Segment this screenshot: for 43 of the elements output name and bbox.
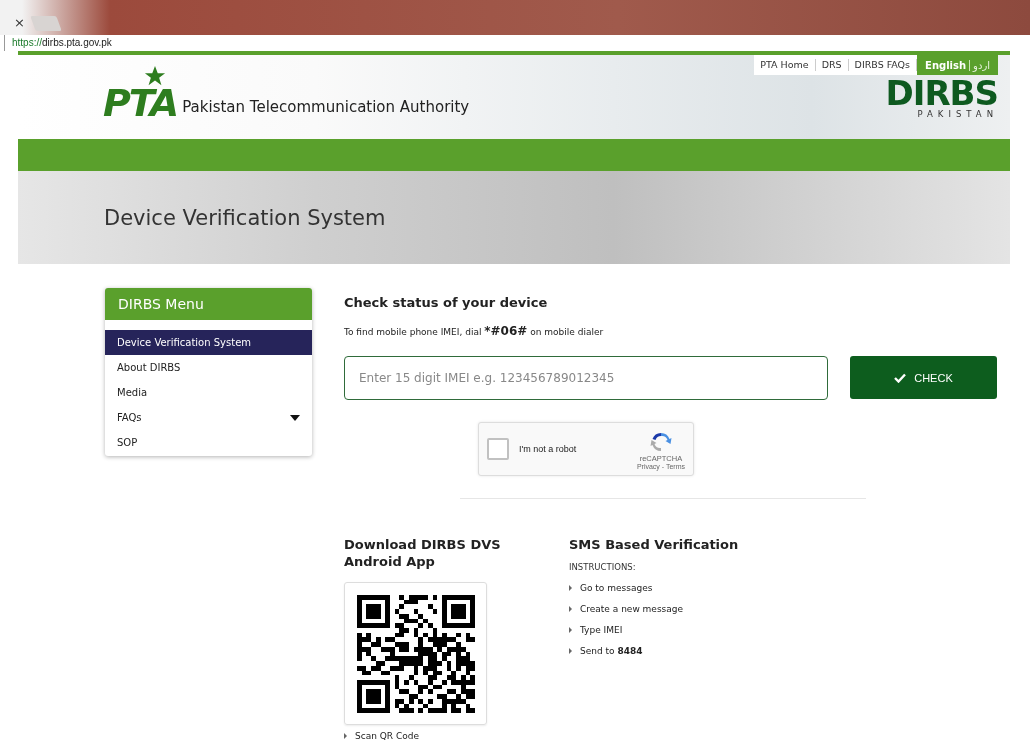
instruction-step: Send to 8484: [580, 646, 643, 656]
logo-subtitle: PAKISTAN: [917, 109, 998, 119]
menu-item[interactable]: About DIRBS: [105, 355, 312, 380]
check-button[interactable]: CHECK: [850, 356, 997, 399]
logo-text: Pakistan Telecommunication Authority: [182, 98, 470, 116]
bullet-icon: [344, 733, 347, 739]
menu-label: About DIRBS: [117, 362, 181, 373]
menu-label: Media: [117, 387, 148, 398]
new-tab-button[interactable]: [30, 16, 62, 31]
nav-link[interactable]: PTA Home: [754, 59, 816, 71]
close-tab-button[interactable]: ×: [14, 11, 25, 35]
hint-text: To find mobile phone IMEI, dial *#06# on mobile dialer: [344, 324, 605, 338]
logo-mark: PTA: [103, 81, 178, 125]
instruction-step: Type IMEI: [580, 625, 623, 635]
bullet-icon: [569, 627, 572, 633]
menu-label: Device Verification System: [117, 337, 252, 348]
section-heading: Check status of your device: [344, 295, 549, 310]
star-icon: [144, 65, 166, 87]
banner-title: Device Verification System: [104, 205, 386, 230]
menu-item[interactable]: SOP: [105, 430, 312, 455]
captcha-checkbox[interactable]: [487, 438, 509, 460]
menu-label: FAQs: [117, 412, 142, 423]
bullet-icon: [569, 648, 572, 654]
menu-label: SOP: [117, 437, 138, 448]
address-bar[interactable]: https://dirbs.pta.gov.pk: [4, 35, 1030, 51]
instruction-step: Go to messages: [580, 583, 653, 593]
dirbs-logo: DIRBS: [885, 77, 998, 109]
bullet-icon: [569, 606, 572, 612]
menu-title: DIRBS Menu: [105, 288, 312, 320]
imei-input-field[interactable]: Enter 15 digit IMEI e.g. 123456789012345: [344, 356, 828, 400]
nav-link[interactable]: DRS: [815, 59, 849, 71]
menu-item[interactable]: FAQs: [105, 405, 312, 430]
checkmark-icon: [894, 372, 907, 383]
captcha-label: I'm not a robot: [519, 444, 577, 454]
instructions-label: INSTRUCTIONS:: [569, 562, 637, 572]
recaptcha-icon: [648, 430, 673, 454]
menu-item[interactable]: Media: [105, 380, 312, 405]
section-heading: SMS Based Verification: [569, 536, 739, 553]
bullet-icon: [569, 585, 572, 591]
section-heading: Download DIRBS DVS Android App: [344, 536, 501, 570]
instruction-step: Create a new message: [580, 604, 684, 614]
menu-item[interactable]: Device Verification System: [105, 330, 312, 355]
caption-text: Scan QR Code: [355, 731, 419, 741]
